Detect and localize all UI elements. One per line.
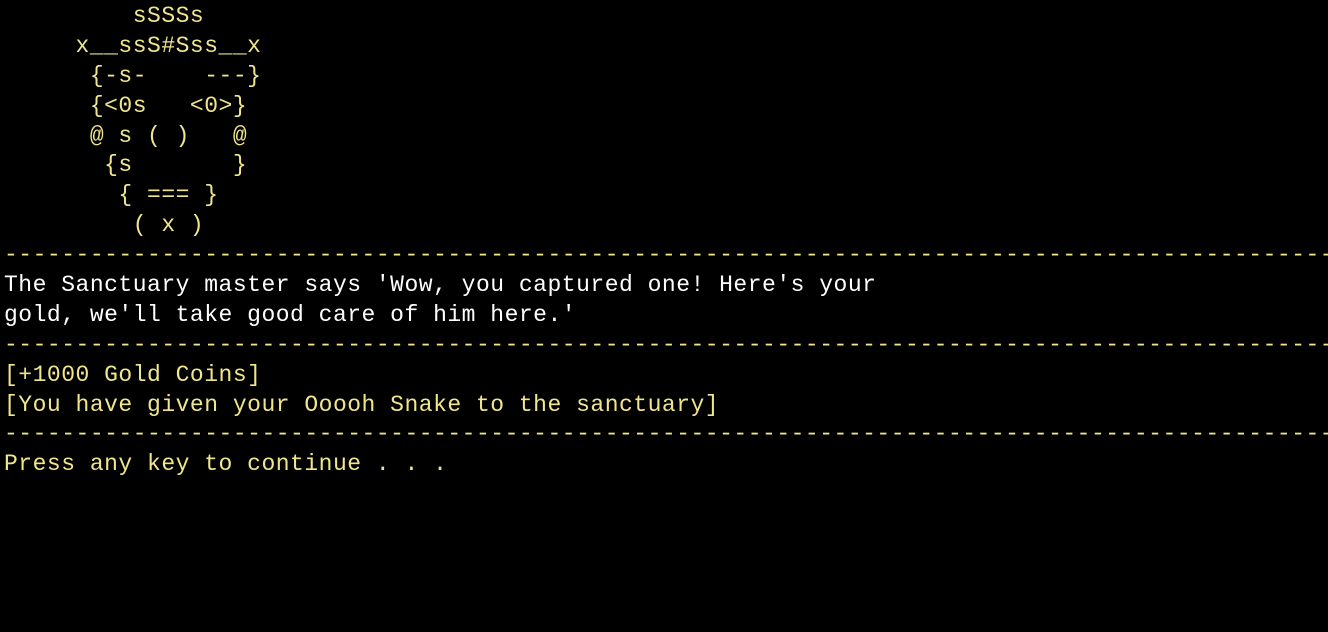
divider-3: ----------------------------------------… — [4, 421, 1328, 447]
ascii-art-line-6: {s } — [4, 152, 247, 178]
ascii-art-line-8: ( x ) — [4, 212, 204, 238]
ascii-art-line-5: @ s ( ) @ — [4, 123, 247, 149]
dialogue-line-1: The Sanctuary master says 'Wow, you capt… — [4, 272, 876, 298]
divider-1: ----------------------------------------… — [4, 242, 1328, 268]
dialogue-line-2: gold, we'll take good care of him here.' — [4, 302, 576, 328]
ascii-art-line-4: {<0s <0>} — [4, 93, 247, 119]
status-action: [You have given your Ooooh Snake to the … — [4, 392, 719, 418]
ascii-art-line-2: x__ssS#Sss__x — [4, 33, 261, 59]
ascii-art-line-3: {-s- ---} — [4, 63, 261, 89]
ascii-art-line-7: { === } — [4, 182, 219, 208]
ascii-art-line-1: sSSSs — [4, 3, 204, 29]
status-gold: [+1000 Gold Coins] — [4, 362, 261, 388]
divider-2: ----------------------------------------… — [4, 332, 1328, 358]
continue-prompt[interactable]: Press any key to continue . . . — [4, 451, 447, 477]
